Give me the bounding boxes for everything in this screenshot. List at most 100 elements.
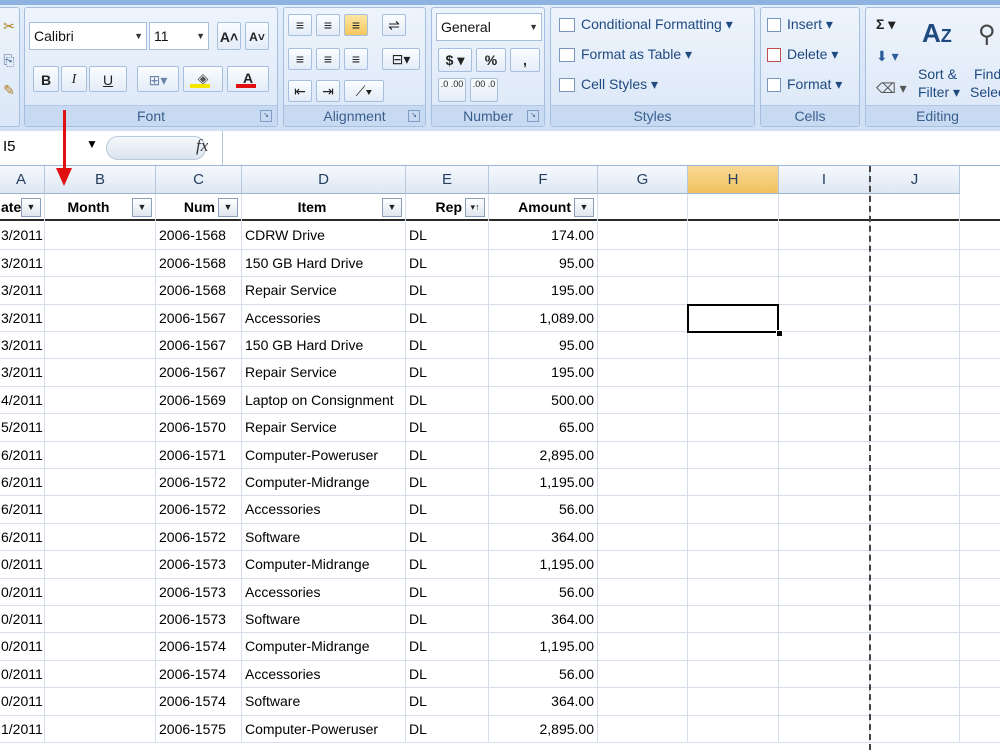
empty-cell[interactable] (688, 606, 779, 633)
empty-cell[interactable] (598, 660, 688, 688)
table-cell[interactable] (45, 386, 156, 414)
table-cell[interactable]: 5/2011 (0, 414, 45, 442)
insert-button[interactable]: Insert ▾ (767, 16, 833, 33)
empty-cell[interactable] (779, 469, 870, 496)
wrap-text-button[interactable]: ⇌ (382, 14, 406, 36)
alignment-dialog-launcher-icon[interactable]: ↘ (408, 110, 420, 122)
format-button[interactable]: Format ▾ (767, 76, 842, 93)
table-cell[interactable]: 2006-1568 (156, 249, 242, 277)
name-box[interactable]: I5 (0, 135, 83, 159)
table-cell[interactable] (45, 660, 156, 688)
grow-font-button[interactable]: A˄ (217, 22, 241, 50)
align-top-button[interactable]: ≡ (288, 14, 312, 36)
empty-cell[interactable] (598, 277, 688, 305)
fill-button[interactable]: ⬇ ▾ (876, 48, 899, 65)
table-cell[interactable]: 500.00 (489, 386, 598, 414)
format-painter-icon[interactable]: ✎ (3, 82, 15, 98)
empty-cell[interactable] (870, 277, 960, 305)
empty-cell[interactable] (598, 551, 688, 579)
empty-cell[interactable] (598, 441, 688, 469)
table-cell[interactable]: CDRW Drive (242, 222, 406, 250)
formula-input[interactable] (222, 131, 1000, 165)
empty-cell[interactable] (779, 660, 870, 688)
empty-cell[interactable] (870, 551, 960, 579)
empty-cell[interactable] (688, 551, 779, 579)
empty-cell[interactable] (688, 688, 779, 716)
table-cell[interactable] (45, 578, 156, 606)
table-cell[interactable]: DL (406, 359, 489, 387)
table-cell[interactable]: 2006-1570 (156, 414, 242, 442)
table-cell[interactable]: 2006-1574 (156, 633, 242, 661)
table-cell[interactable]: DL (406, 441, 489, 469)
empty-cell[interactable] (870, 332, 960, 359)
find-select-button[interactable]: Find (974, 66, 1000, 82)
table-cell[interactable]: 2006-1573 (156, 578, 242, 606)
table-cell[interactable] (45, 551, 156, 579)
align-center-button[interactable]: ≡ (316, 48, 340, 70)
empty-cell[interactable] (688, 496, 779, 524)
number-dialog-launcher-icon[interactable]: ↘ (527, 110, 539, 122)
table-cell[interactable]: 56.00 (489, 660, 598, 688)
table-cell[interactable]: Accessories (242, 578, 406, 606)
empty-cell[interactable] (598, 414, 688, 442)
name-box-dropdown-icon[interactable]: ▼ (86, 137, 98, 151)
column-header-i[interactable]: I (779, 166, 870, 194)
align-middle-button[interactable]: ≡ (316, 14, 340, 36)
fill-handle[interactable] (776, 330, 783, 337)
table-cell[interactable]: DL (406, 277, 489, 305)
table-cell[interactable] (45, 304, 156, 332)
filter-dropdown-icon[interactable]: ▼ (382, 198, 402, 217)
table-cell[interactable]: 1,195.00 (489, 633, 598, 661)
active-cell[interactable] (687, 304, 779, 333)
empty-cell[interactable] (779, 277, 870, 305)
table-cell[interactable]: Software (242, 688, 406, 716)
font-size-dropdown[interactable]: 11 ▼ (149, 22, 209, 50)
align-right-button[interactable]: ≡ (344, 48, 368, 70)
conditional-formatting-button[interactable]: Conditional Formatting ▾ (559, 16, 733, 33)
empty-cell[interactable] (598, 469, 688, 496)
empty-cell[interactable] (870, 469, 960, 496)
sort-filter-button[interactable]: Sort & (918, 66, 957, 82)
decrease-indent-button[interactable]: ⇤ (288, 80, 312, 102)
table-cell[interactable]: 95.00 (489, 332, 598, 359)
format-as-table-button[interactable]: Format as Table ▾ (559, 46, 692, 63)
table-cell[interactable]: DL (406, 660, 489, 688)
copy-icon[interactable]: ⎘ (3, 52, 15, 68)
table-cell[interactable]: 195.00 (489, 359, 598, 387)
empty-cell[interactable] (779, 304, 870, 332)
empty-cell[interactable] (688, 578, 779, 606)
table-cell[interactable]: 6/2011 (0, 441, 45, 469)
table-cell[interactable]: 56.00 (489, 578, 598, 606)
column-header-j[interactable]: J (870, 166, 960, 194)
empty-cell[interactable] (688, 414, 779, 442)
empty-cell[interactable] (688, 359, 779, 387)
empty-cell[interactable] (870, 606, 960, 633)
font-name-dropdown[interactable]: Calibri ▼ (29, 22, 147, 50)
empty-cell[interactable] (688, 633, 779, 661)
bold-button[interactable]: B (33, 66, 59, 92)
empty-cell[interactable] (598, 606, 688, 633)
sorted-filter-dropdown-icon[interactable]: ▾↑ (465, 198, 485, 217)
table-cell[interactable]: 2006-1574 (156, 688, 242, 716)
table-cell[interactable]: 0/2011 (0, 551, 45, 579)
table-cell[interactable] (45, 359, 156, 387)
table-cell[interactable]: 3/2011 (0, 332, 45, 359)
empty-cell[interactable] (779, 523, 870, 551)
table-cell[interactable]: 2006-1572 (156, 523, 242, 551)
select-label-row[interactable]: Selec (970, 84, 1000, 100)
empty-cell[interactable] (779, 249, 870, 277)
empty-cell[interactable] (870, 441, 960, 469)
align-bottom-button[interactable]: ≡ (344, 14, 368, 36)
empty-cell[interactable] (870, 414, 960, 442)
table-cell[interactable]: Accessories (242, 660, 406, 688)
shrink-font-button[interactable]: A˅ (245, 22, 269, 50)
table-cell[interactable] (45, 523, 156, 551)
table-cell[interactable]: 2006-1575 (156, 715, 242, 743)
column-header-d[interactable]: D (242, 166, 406, 194)
table-cell[interactable]: 0/2011 (0, 633, 45, 661)
table-cell[interactable]: 4/2011 (0, 386, 45, 414)
empty-cell[interactable] (779, 441, 870, 469)
table-cell[interactable] (45, 441, 156, 469)
empty-cell[interactable] (598, 304, 688, 332)
table-cell[interactable]: 195.00 (489, 277, 598, 305)
